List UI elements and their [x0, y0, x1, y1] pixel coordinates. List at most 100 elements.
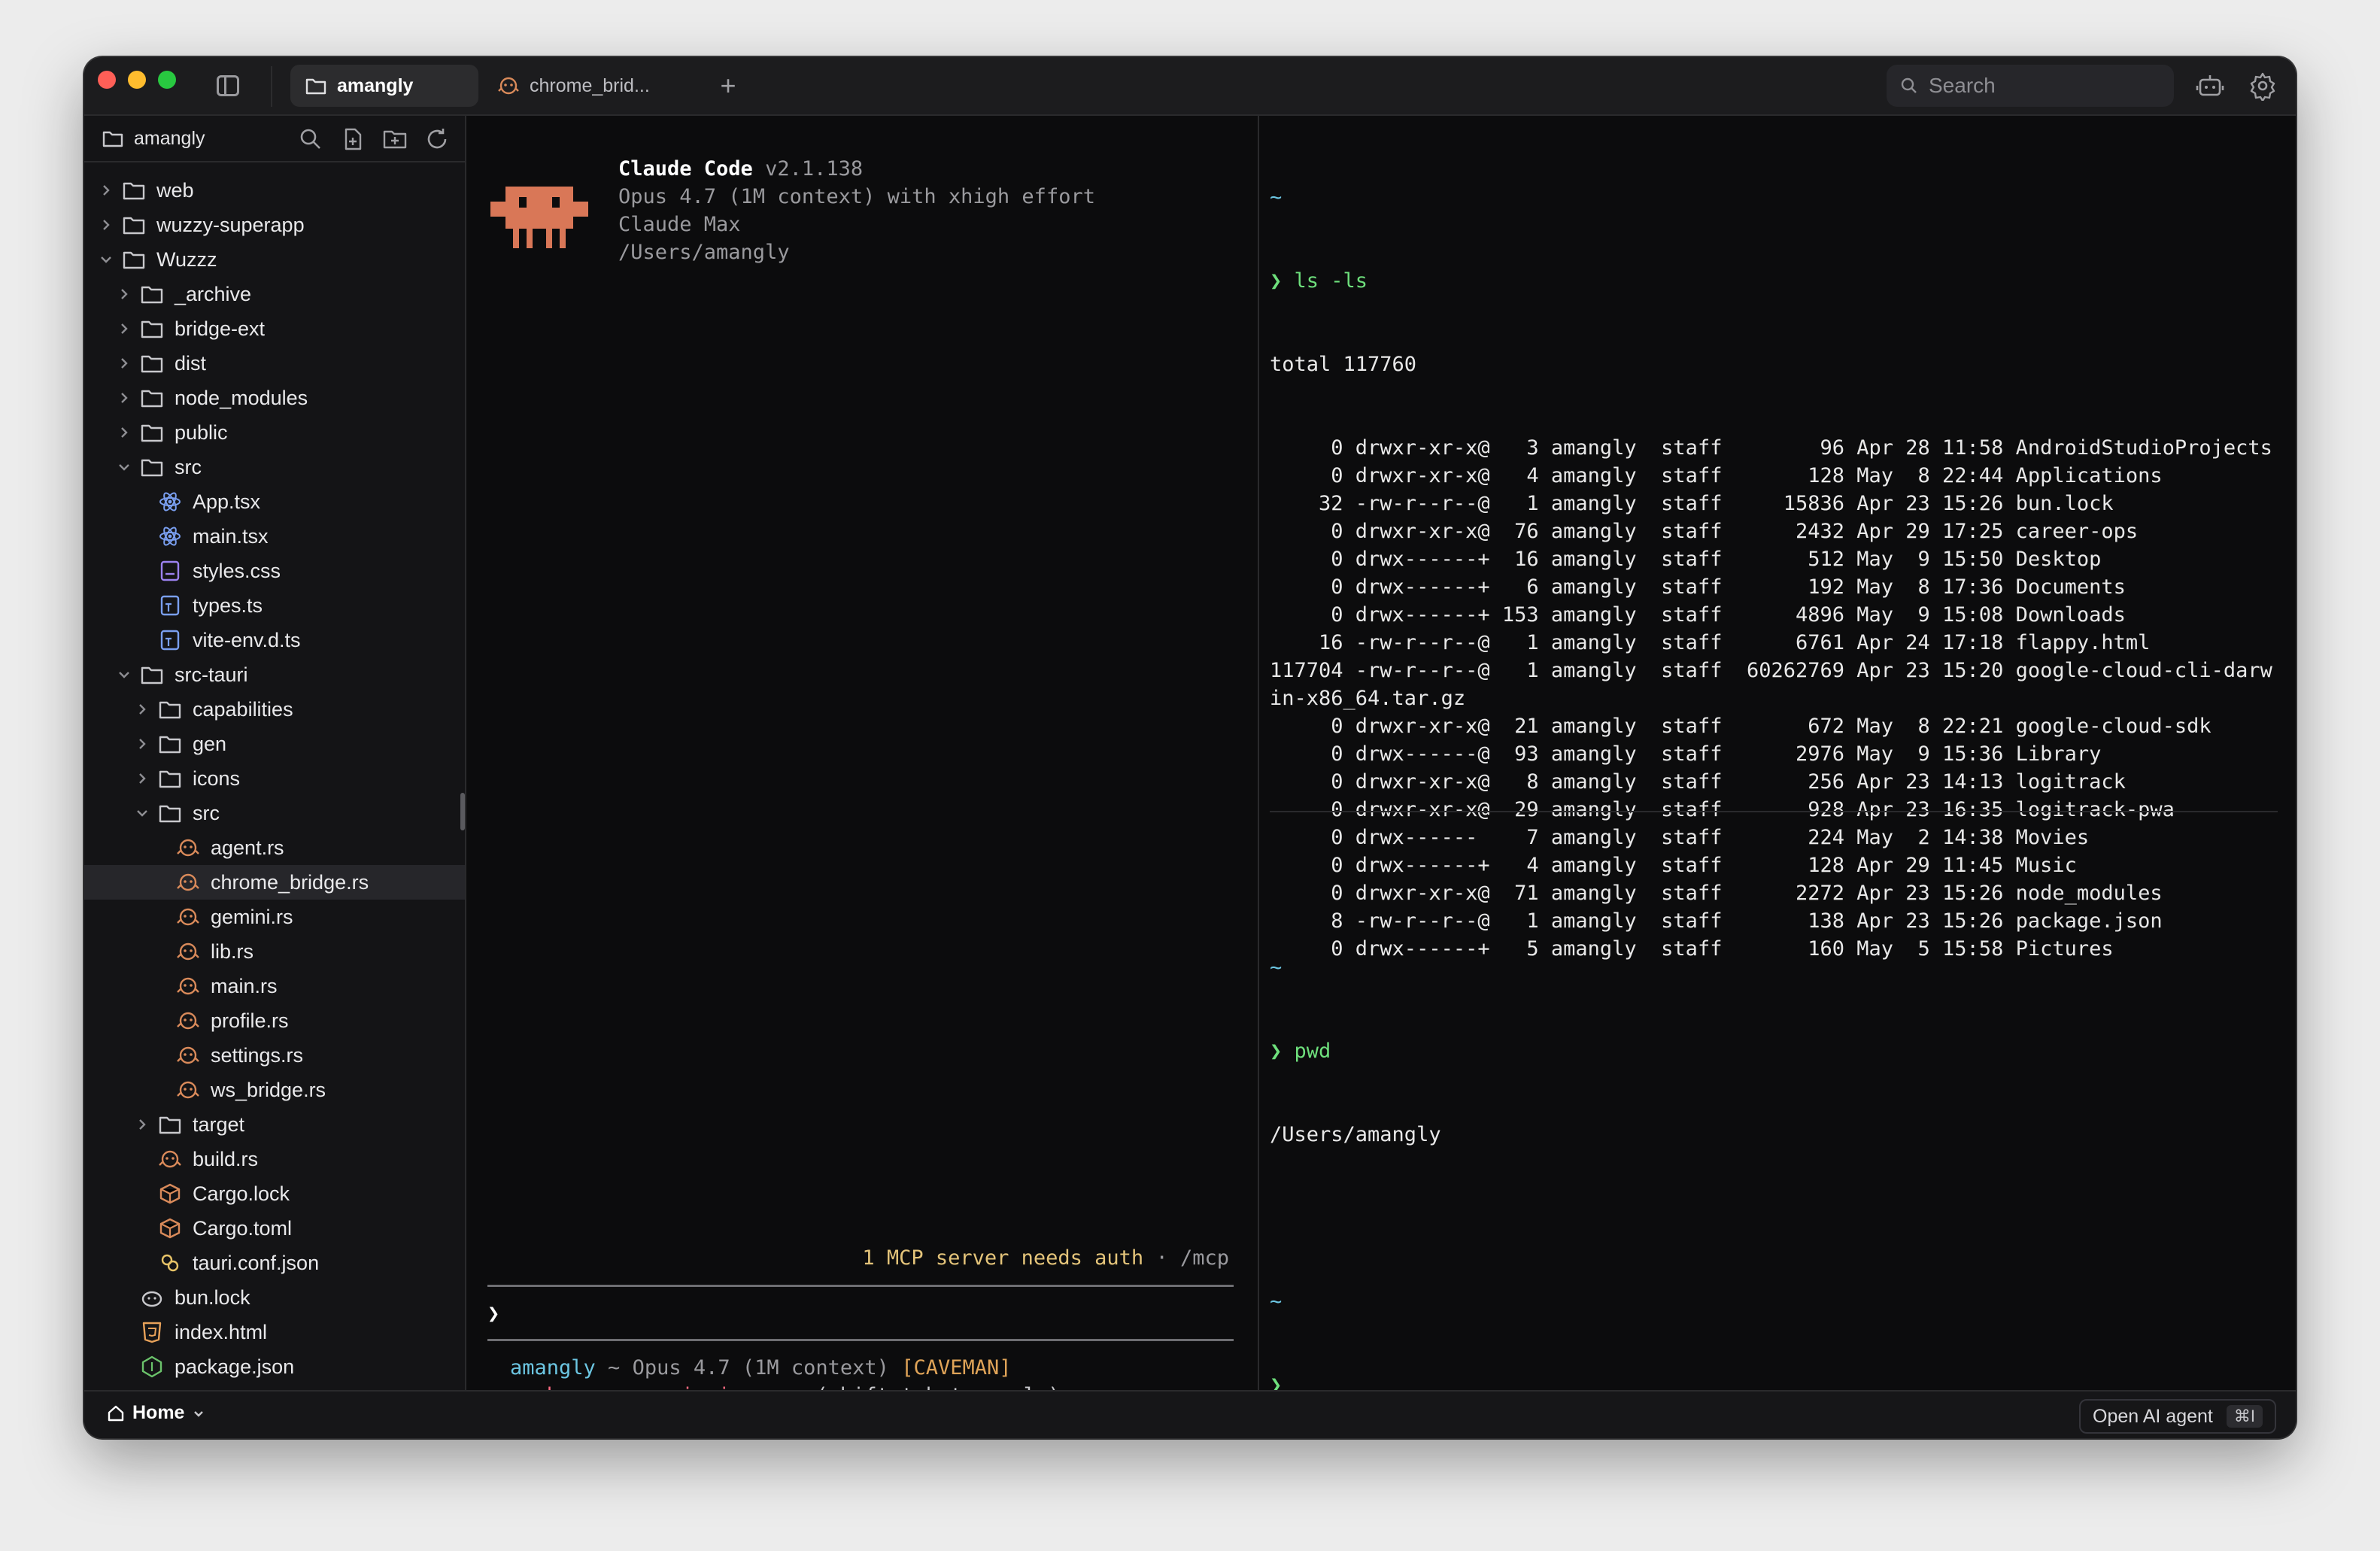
tab-label: chrome_brid...: [530, 74, 650, 96]
chevron-spacer: [132, 561, 152, 581]
sidebar-scrollbar[interactable]: [460, 793, 465, 830]
tree-item-tauri-conf-json[interactable]: tauri.conf.json: [84, 1246, 465, 1280]
tree-item-cargo-lock[interactable]: Cargo.lock: [84, 1176, 465, 1211]
tree-item-main-tsx[interactable]: main.tsx: [84, 519, 465, 554]
robot-icon[interactable]: [2195, 71, 2225, 101]
tree-item-public[interactable]: public: [84, 415, 465, 450]
tree-item-wuzzy-superapp[interactable]: wuzzy-superapp: [84, 208, 465, 242]
new-folder-icon[interactable]: [382, 126, 408, 152]
tree-item-agent-rs[interactable]: agent.rs: [84, 830, 465, 865]
zoom-window-button[interactable]: [158, 71, 176, 89]
explorer-root-label: amangly: [134, 127, 205, 149]
gear-icon[interactable]: [2248, 71, 2278, 101]
tree-item-lib-rs[interactable]: lib.rs: [84, 934, 465, 969]
tree-item-node-modules[interactable]: node_modules: [84, 381, 465, 415]
folder-icon: [141, 424, 163, 442]
chevron-spacer: [114, 1357, 134, 1376]
tree-item-bridge-ext[interactable]: bridge-ext: [84, 311, 465, 346]
chevron-right-icon[interactable]: [132, 769, 152, 788]
close-window-button[interactable]: [98, 71, 116, 89]
rust-icon: [498, 77, 519, 95]
tree-item-label: types.ts: [193, 593, 263, 617]
tree-item-src-tauri[interactable]: src-tauri: [84, 657, 465, 692]
chevron-right-icon[interactable]: [132, 700, 152, 719]
open-ai-agent-button[interactable]: Open AI agent ⌘I: [2079, 1399, 2276, 1434]
claude-input-prompt[interactable]: ❯: [487, 1300, 499, 1328]
tree-item-app-tsx[interactable]: App.tsx: [84, 484, 465, 519]
title-bar: amangly chrome_brid... + Search: [84, 57, 2296, 116]
claude-code-pane[interactable]: Claude Code v2.1.138 Opus 4.7 (1M contex…: [468, 116, 1256, 1407]
tree-item-profile-rs[interactable]: profile.rs: [84, 1003, 465, 1038]
tree-item-dist[interactable]: dist: [84, 346, 465, 381]
tree-item-src[interactable]: src: [84, 796, 465, 830]
search-input[interactable]: Search: [1887, 65, 2174, 107]
tree-item-gen[interactable]: gen: [84, 727, 465, 761]
tree-item-index-html[interactable]: index.html: [84, 1315, 465, 1349]
minimize-window-button[interactable]: [128, 71, 146, 89]
search-icon[interactable]: [298, 126, 323, 152]
new-file-icon[interactable]: [340, 126, 366, 152]
chevron-right-icon[interactable]: [114, 319, 134, 338]
tree-item-label: src-tauri: [175, 663, 248, 686]
prompt-path: ~: [1270, 956, 1283, 979]
ls-row: 0 drwx------+ 6 amangly staff 192 May 8 …: [1270, 575, 2126, 599]
tree-item-build-rs[interactable]: build.rs: [84, 1142, 465, 1176]
tree-item-label: agent.rs: [211, 836, 284, 859]
tree-item-label: gemini.rs: [211, 905, 293, 928]
tree-item-label: src: [175, 455, 202, 478]
chevron-right-icon[interactable]: [96, 181, 116, 200]
chevron-right-icon[interactable]: [114, 423, 134, 442]
folder-icon: [123, 251, 145, 269]
chevron-right-icon[interactable]: [132, 734, 152, 754]
shell-terminal-pane[interactable]: ~ ❯ ls -ls total 117760 0 drwxr-xr-x@ 3 …: [1258, 116, 2296, 1397]
tree-item-label: App.tsx: [193, 490, 261, 513]
tree-item-wuzzz[interactable]: Wuzzz: [84, 242, 465, 277]
chevron-right-icon[interactable]: [114, 354, 134, 373]
chevron-spacer: [132, 1253, 152, 1273]
chevron-right-icon[interactable]: [114, 284, 134, 304]
chevron-spacer: [132, 527, 152, 546]
claude-cwd: /Users/amangly: [618, 241, 790, 264]
folder-icon: [159, 770, 181, 788]
tree-item-ws-bridge-rs[interactable]: ws_bridge.rs: [84, 1073, 465, 1107]
tab-chrome-bridge[interactable]: chrome_brid...: [483, 65, 678, 107]
tree-item-cargo-toml[interactable]: Cargo.toml: [84, 1211, 465, 1246]
chevron-down-icon[interactable]: [114, 457, 134, 477]
tree-item-package-json[interactable]: package.json: [84, 1349, 465, 1384]
tree-item--archive[interactable]: _archive: [84, 277, 465, 311]
chevron-right-icon[interactable]: [96, 215, 116, 235]
command-text: ls -ls: [1294, 269, 1368, 293]
tree-item-web[interactable]: web: [84, 173, 465, 208]
home-button[interactable]: Home: [107, 1402, 205, 1424]
folder-icon: [141, 286, 163, 304]
refresh-icon[interactable]: [424, 126, 450, 152]
tree-item-icons[interactable]: icons: [84, 761, 465, 796]
tree-item-main-rs[interactable]: main.rs: [84, 969, 465, 1003]
new-tab-button[interactable]: +: [713, 71, 743, 101]
tree-item-src[interactable]: src: [84, 450, 465, 484]
tree-item-types-ts[interactable]: types.ts: [84, 588, 465, 623]
chevron-down-icon[interactable]: [96, 250, 116, 269]
command-separator: [1270, 811, 2278, 812]
tree-item-vite-env-d-ts[interactable]: vite-env.d.ts: [84, 623, 465, 657]
tree-item-capabilities[interactable]: capabilities: [84, 692, 465, 727]
explorer-actions: [298, 126, 450, 152]
tree-item-label: Wuzzz: [156, 247, 217, 271]
chevron-right-icon[interactable]: [114, 388, 134, 408]
rust-file-icon: [177, 1046, 199, 1064]
chevron-spacer: [132, 1219, 152, 1238]
tree-item-bun-lock[interactable]: bun.lock: [84, 1280, 465, 1315]
tree-item-label: vite-env.d.ts: [193, 628, 301, 651]
sidebar-toggle-icon[interactable]: [217, 75, 239, 96]
home-icon: [108, 1405, 124, 1421]
chevron-right-icon[interactable]: [132, 1115, 152, 1134]
tree-item-target[interactable]: target: [84, 1107, 465, 1142]
chevron-down-icon[interactable]: [114, 665, 134, 684]
chevron-down-icon[interactable]: [132, 803, 152, 823]
tree-item-styles-css[interactable]: styles.css: [84, 554, 465, 588]
tab-amangly[interactable]: amangly: [290, 65, 478, 107]
tree-item-label: target: [193, 1112, 245, 1136]
tree-item-chrome-bridge-rs[interactable]: chrome_bridge.rs: [84, 865, 465, 900]
tree-item-gemini-rs[interactable]: gemini.rs: [84, 900, 465, 934]
tree-item-settings-rs[interactable]: settings.rs: [84, 1038, 465, 1073]
